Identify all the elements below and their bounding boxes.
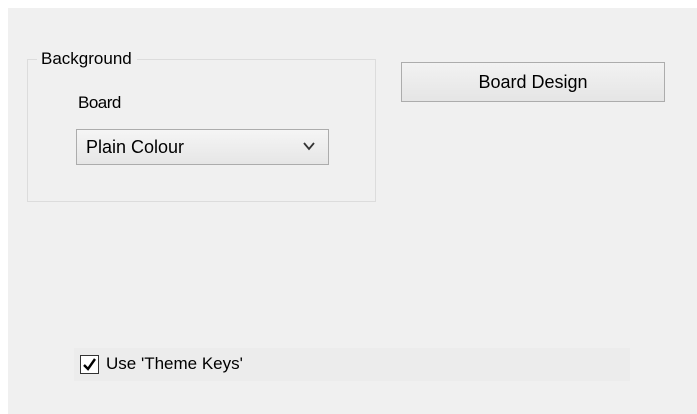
- theme-keys-option[interactable]: Use 'Theme Keys': [74, 348, 630, 381]
- theme-keys-checkbox[interactable]: [80, 355, 99, 374]
- board-label: Board: [78, 93, 121, 112]
- board-design-button[interactable]: Board Design: [401, 62, 665, 102]
- theme-keys-label: Use 'Theme Keys': [106, 354, 243, 373]
- background-group-title: Background: [37, 47, 137, 71]
- checkmark-icon: [83, 358, 96, 371]
- board-background-select-value: Plain Colour: [86, 137, 185, 157]
- board-background-select[interactable]: Plain Colour: [76, 129, 329, 165]
- chevron-down-icon: [302, 140, 316, 152]
